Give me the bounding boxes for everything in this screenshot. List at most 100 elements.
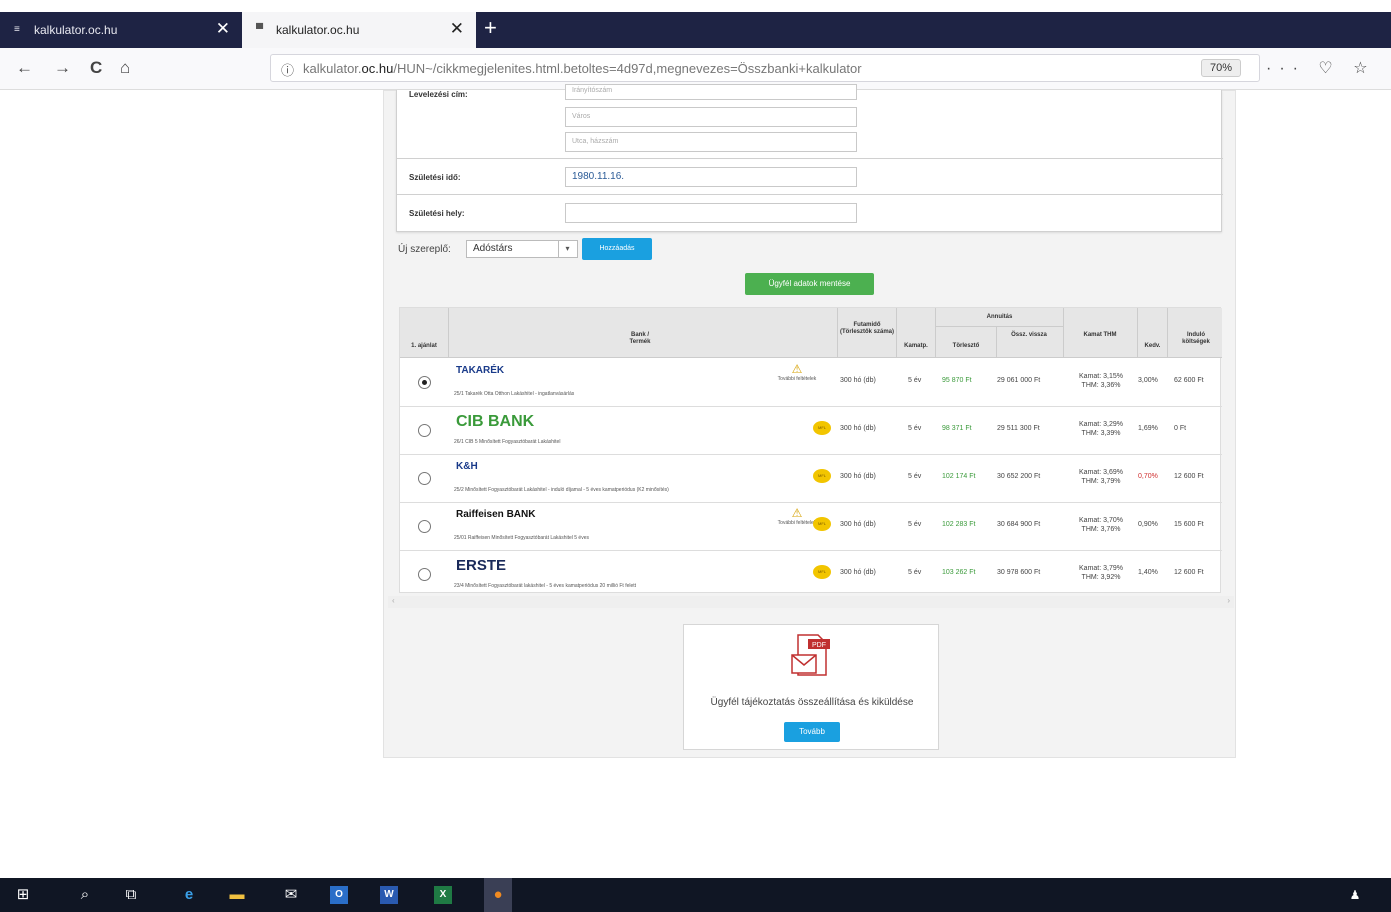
horizontal-scrollbar[interactable]: ‹ › bbox=[388, 596, 1234, 608]
favicon-icon: ≡ bbox=[14, 24, 20, 35]
tab-title: kalkulator.oc.hu bbox=[34, 23, 118, 37]
period-cell: 5 év bbox=[908, 521, 922, 528]
close-icon[interactable]: ✕ bbox=[450, 20, 464, 38]
save-client-data-button[interactable]: Ügyfél adatok mentése bbox=[745, 273, 874, 295]
back-button[interactable]: ← bbox=[16, 58, 33, 78]
windows-taskbar: ⊞ ⌕ ⧉ e ▬ ✉ O W X ● ♟ bbox=[0, 878, 1391, 912]
task-view-icon[interactable]: ⧉ bbox=[122, 886, 140, 904]
word-icon[interactable]: W bbox=[380, 886, 398, 904]
offer-radio[interactable] bbox=[418, 568, 431, 581]
init-cost-cell: 62 600 Ft bbox=[1174, 377, 1204, 384]
col-term: Futamidő (Törlesztők száma) bbox=[839, 322, 894, 335]
continue-button[interactable]: Tovább bbox=[784, 722, 840, 742]
reload-button[interactable]: C bbox=[90, 58, 102, 78]
info-icon[interactable]: ⓘ bbox=[281, 60, 294, 79]
rate-cell: Kamat: 3,29% THM: 3,39% bbox=[1079, 421, 1123, 437]
total-cell: 30 978 600 Ft bbox=[997, 569, 1041, 576]
total-cell: 30 684 900 Ft bbox=[997, 521, 1041, 528]
outlook-icon[interactable]: O bbox=[330, 886, 348, 904]
birth-date-label: Születési idő: bbox=[409, 173, 461, 182]
warning-icon: ⚠ bbox=[791, 362, 803, 376]
home-button[interactable]: ⌂ bbox=[120, 58, 130, 78]
page-actions[interactable]: ··· ♡ ☆ bbox=[1266, 58, 1376, 78]
col-offer: 1. ajánlat bbox=[411, 343, 437, 349]
col-bank: Bank / Termék bbox=[629, 332, 651, 345]
product-name: 25/1 Takarék Otta Otthon Lakáshitel - in… bbox=[454, 391, 575, 397]
offer-radio[interactable] bbox=[418, 424, 431, 437]
product-name: 23/4 Minősített Fogyasztóbarát lakáshite… bbox=[454, 583, 637, 589]
bank-logo: K&H bbox=[456, 461, 478, 472]
personal-data-form: Levelezési cím: Irányítószám Város Utca,… bbox=[396, 84, 1223, 232]
term-cell: 300 hó (db) bbox=[840, 425, 876, 432]
birth-place-label: Születési hely: bbox=[409, 209, 465, 218]
init-cost-cell: 15 600 Ft bbox=[1174, 521, 1204, 528]
mfl-badge-icon: MFL bbox=[813, 469, 831, 483]
start-icon[interactable]: ⊞ bbox=[14, 886, 32, 904]
scroll-left-icon[interactable]: ‹ bbox=[392, 596, 395, 605]
conditions-link[interactable]: ⚠ További feltételek bbox=[762, 362, 832, 383]
period-cell: 5 év bbox=[908, 425, 922, 432]
col-discount: Kedv. bbox=[1144, 343, 1161, 349]
people-icon[interactable]: ♟ bbox=[1346, 886, 1364, 904]
new-tab-button[interactable]: + bbox=[484, 16, 497, 40]
repay-cell: 98 371 Ft bbox=[942, 425, 972, 432]
file-explorer-icon[interactable]: ▬ bbox=[228, 886, 246, 904]
birth-date-row: Születési idő: 1980.11.16. bbox=[397, 158, 1223, 194]
product-name: 25/2 Minősített Fogyasztóbarát Lakáshite… bbox=[454, 487, 669, 493]
repay-cell: 102 283 Ft bbox=[942, 521, 976, 528]
bank-logo: CIB BANK bbox=[456, 413, 535, 430]
svg-text:PDF: PDF bbox=[812, 642, 826, 649]
mail-icon[interactable]: ✉ bbox=[282, 886, 300, 904]
url-bar[interactable]: ⓘ kalkulator.oc.hu/HUN~/cikkmegjelenites… bbox=[270, 54, 1260, 82]
rate-cell: Kamat: 3,70% THM: 3,76% bbox=[1079, 517, 1123, 533]
search-icon[interactable]: ⌕ bbox=[76, 886, 94, 904]
tab-kalkulator-2[interactable]: ▀ kalkulator.oc.hu ✕ bbox=[242, 12, 476, 48]
address-label: Levelezési cím: bbox=[409, 90, 468, 99]
birth-date-input[interactable]: 1980.11.16. bbox=[565, 167, 857, 187]
total-cell: 29 511 300 Ft bbox=[997, 425, 1040, 432]
zoom-indicator[interactable]: 70% bbox=[1200, 59, 1241, 77]
forward-button[interactable]: → bbox=[54, 58, 71, 78]
favicon-icon: ▀ bbox=[256, 24, 264, 35]
table-row[interactable]: TAKARÉK 25/1 Takarék Otta Otthon Lakáshit… bbox=[400, 359, 1222, 407]
url-text: kalkulator.oc.hu/HUN~/cikkmegjelenites.h… bbox=[303, 61, 862, 76]
scroll-right-icon[interactable]: › bbox=[1227, 596, 1230, 605]
discount-cell: 0,70% bbox=[1138, 473, 1158, 480]
col-annuity: Annuitás bbox=[986, 314, 1013, 320]
offers-table: 1. ajánlat Bank / Termék Futamidő (Törle… bbox=[399, 307, 1222, 599]
tab-kalkulator-1[interactable]: ≡ kalkulator.oc.hu ✕ bbox=[0, 12, 242, 48]
close-icon[interactable]: ✕ bbox=[216, 20, 230, 38]
period-cell: 5 év bbox=[908, 377, 922, 384]
birth-place-input[interactable] bbox=[565, 203, 857, 223]
add-role-button[interactable]: Hozzáadás bbox=[582, 238, 652, 260]
product-name: 26/1 CIB 5 Minősített Fogyasztóbarát Lak… bbox=[454, 439, 561, 445]
discount-cell: 0,90% bbox=[1138, 521, 1158, 528]
col-rate: Kamat THM bbox=[1083, 332, 1117, 338]
repay-cell: 95 870 Ft bbox=[942, 377, 972, 384]
mfl-badge-icon: MFL bbox=[813, 517, 831, 531]
rate-cell: Kamat: 3,79% THM: 3,92% bbox=[1079, 565, 1123, 581]
edge-icon[interactable]: e bbox=[180, 886, 198, 904]
birth-place-row: Születési hely: bbox=[397, 194, 1223, 232]
total-cell: 29 061 000 Ft bbox=[997, 377, 1041, 384]
init-cost-cell: 12 600 Ft bbox=[1174, 473, 1204, 480]
total-cell: 30 652 200 Ft bbox=[997, 473, 1041, 480]
bank-logo: Raiffeisen BANK bbox=[456, 509, 536, 520]
offer-radio[interactable] bbox=[418, 376, 431, 389]
tab-strip: ≡ kalkulator.oc.hu ✕ ▀ kalkulator.oc.hu … bbox=[0, 12, 1391, 48]
offer-radio[interactable] bbox=[418, 520, 431, 533]
offer-radio[interactable] bbox=[418, 472, 431, 485]
table-row[interactable]: K&H 25/2 Minősített Fogyasztóbarát Lakásh… bbox=[400, 455, 1222, 503]
city-input[interactable]: Város bbox=[565, 107, 857, 127]
col-period: Kamatp. bbox=[904, 343, 928, 349]
zip-input[interactable]: Irányítószám bbox=[565, 84, 857, 100]
card-text: Ügyfél tájékoztatás összeállítása és kik… bbox=[710, 697, 914, 708]
table-row[interactable]: ERSTE 23/4 Minősített Fogyasztóbarát laká… bbox=[400, 551, 1222, 599]
firefox-icon[interactable]: ● bbox=[484, 878, 512, 912]
table-row[interactable]: Raiffeisen BANK 25/01 Raiffeisen Minősíte… bbox=[400, 503, 1222, 551]
tab-title: kalkulator.oc.hu bbox=[276, 23, 360, 37]
street-input[interactable]: Utca, házszám bbox=[565, 132, 857, 152]
table-row[interactable]: CIB BANK 26/1 CIB 5 Minősített Fogyasztób… bbox=[400, 407, 1222, 455]
excel-icon[interactable]: X bbox=[434, 886, 452, 904]
chevron-down-icon[interactable]: ▾ bbox=[558, 241, 576, 257]
